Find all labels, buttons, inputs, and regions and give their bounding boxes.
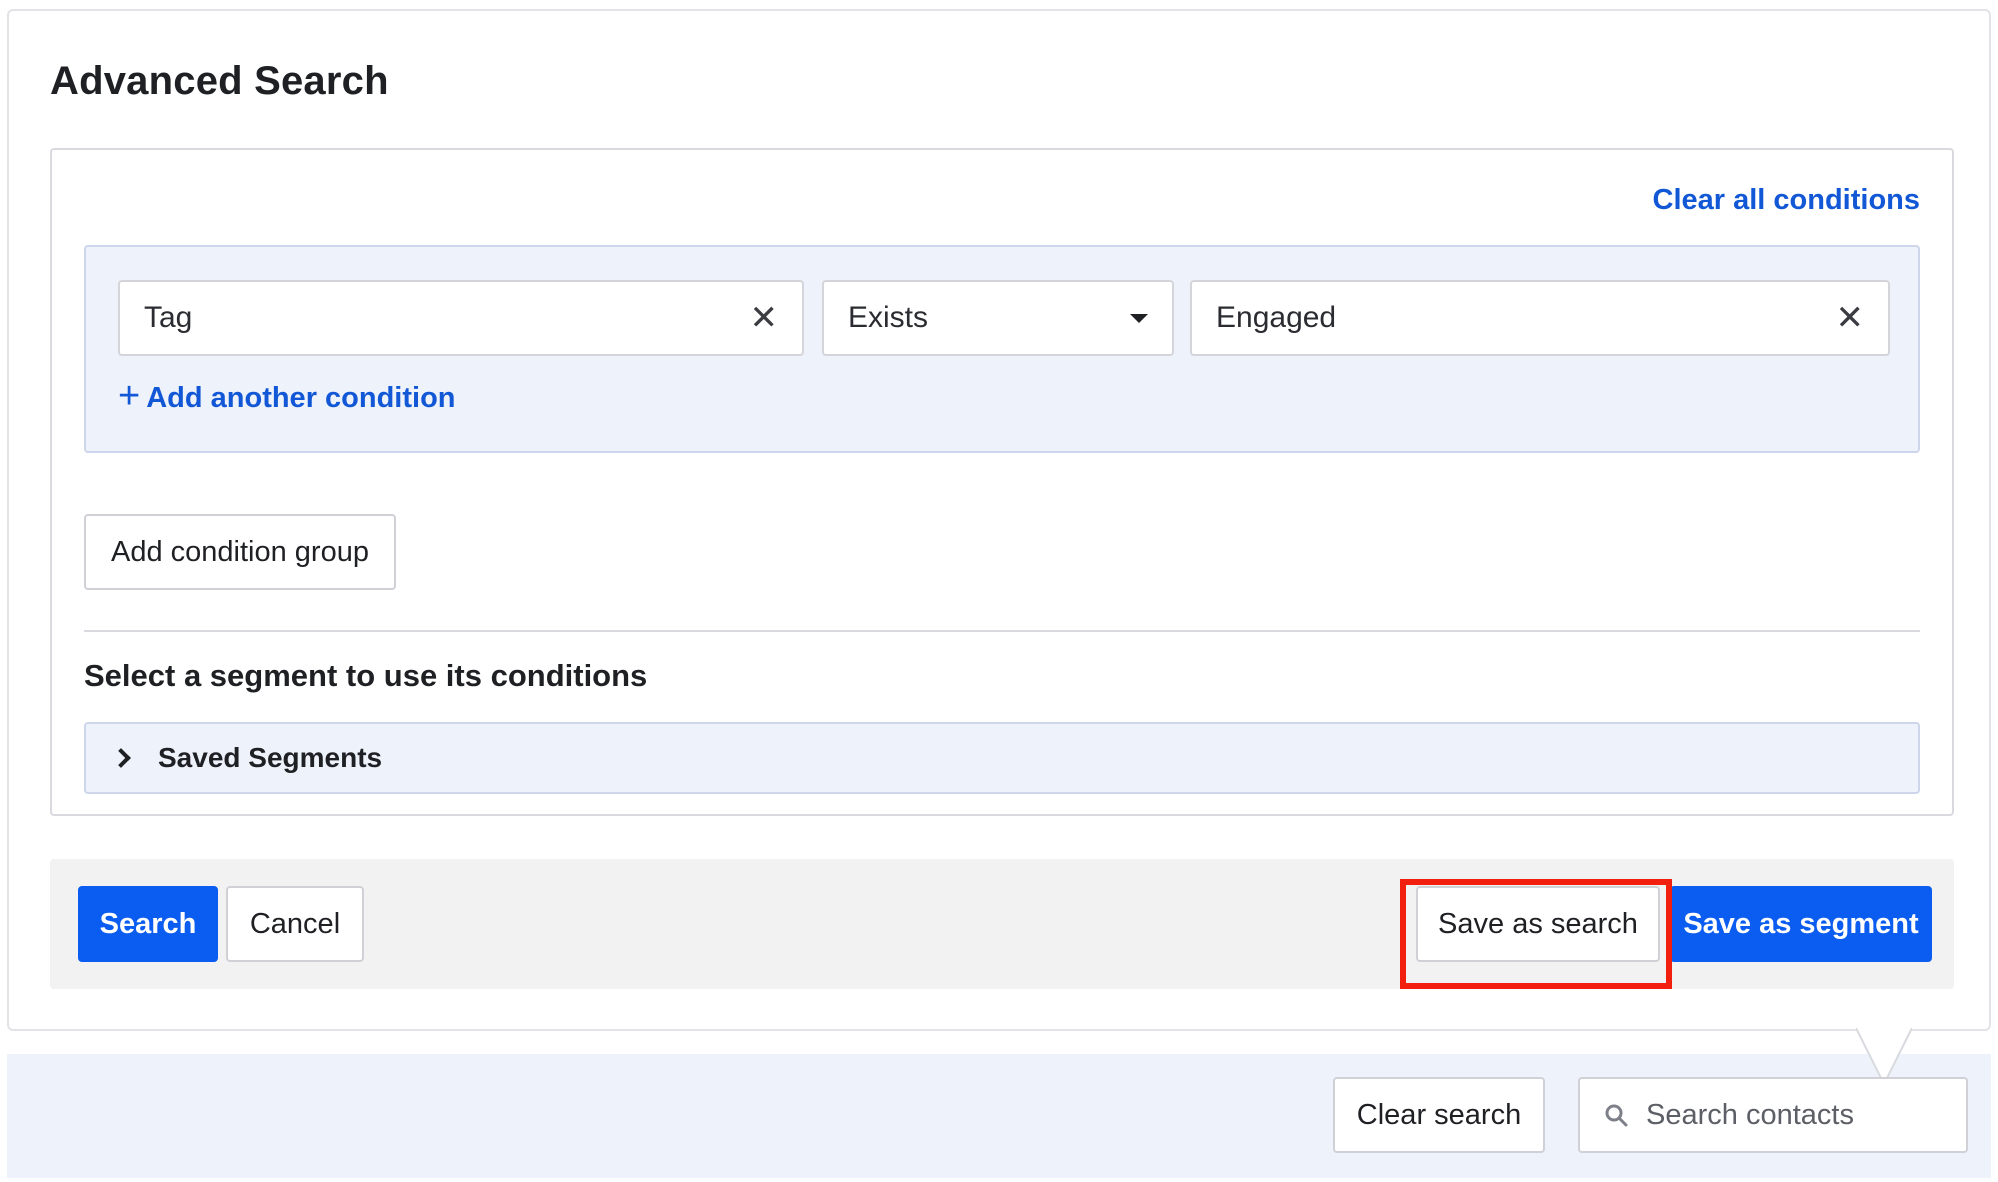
save-as-search-button[interactable]: Save as search	[1416, 886, 1660, 962]
condition-field-value: Tag	[144, 301, 193, 334]
segments-heading: Select a segment to use its conditions	[84, 658, 648, 693]
clear-search-button[interactable]: Clear search	[1333, 1077, 1545, 1153]
condition-value: Engaged	[1216, 301, 1337, 334]
condition-group: Tag ✕ Exists Engaged ✕ + Add another con…	[84, 245, 1920, 453]
save-as-segment-button[interactable]: Save as segment	[1670, 886, 1932, 962]
close-icon[interactable]: ✕	[1836, 298, 1865, 338]
add-another-condition-link[interactable]: + Add another condition	[118, 377, 456, 415]
popover-pointer	[1856, 1028, 1912, 1084]
caret-down-icon	[1130, 313, 1148, 323]
search-contacts-input[interactable]	[1578, 1077, 1968, 1153]
clear-all-conditions-link[interactable]: Clear all conditions	[1653, 184, 1921, 217]
add-another-condition-label: Add another condition	[146, 381, 456, 414]
condition-operator-dropdown[interactable]: Exists	[822, 280, 1174, 356]
condition-operator-value: Exists	[848, 301, 929, 334]
condition-field-select[interactable]: Tag ✕	[118, 280, 804, 356]
action-footer: Search Cancel Save as search Save as seg…	[50, 859, 1954, 989]
plus-icon: +	[118, 375, 141, 417]
saved-segments-accordion[interactable]: Saved Segments	[84, 722, 1920, 794]
condition-builder: Clear all conditions Tag ✕ Exists Engage…	[50, 148, 1954, 816]
condition-value-select[interactable]: Engaged ✕	[1190, 280, 1890, 356]
search-button[interactable]: Search	[78, 886, 218, 962]
divider	[84, 630, 1920, 632]
magnifier-icon	[1605, 1104, 1628, 1127]
add-condition-group-button[interactable]: Add condition group	[84, 514, 396, 590]
search-contacts-field[interactable]	[1646, 1098, 1946, 1132]
page-title: Advanced Search	[50, 59, 389, 103]
cancel-button[interactable]: Cancel	[226, 886, 364, 962]
close-icon[interactable]: ✕	[750, 298, 779, 338]
advanced-search-panel: Advanced Search Clear all conditions Tag…	[7, 9, 1991, 1031]
saved-segments-label: Saved Segments	[158, 742, 383, 773]
chevron-right-icon	[111, 748, 131, 768]
